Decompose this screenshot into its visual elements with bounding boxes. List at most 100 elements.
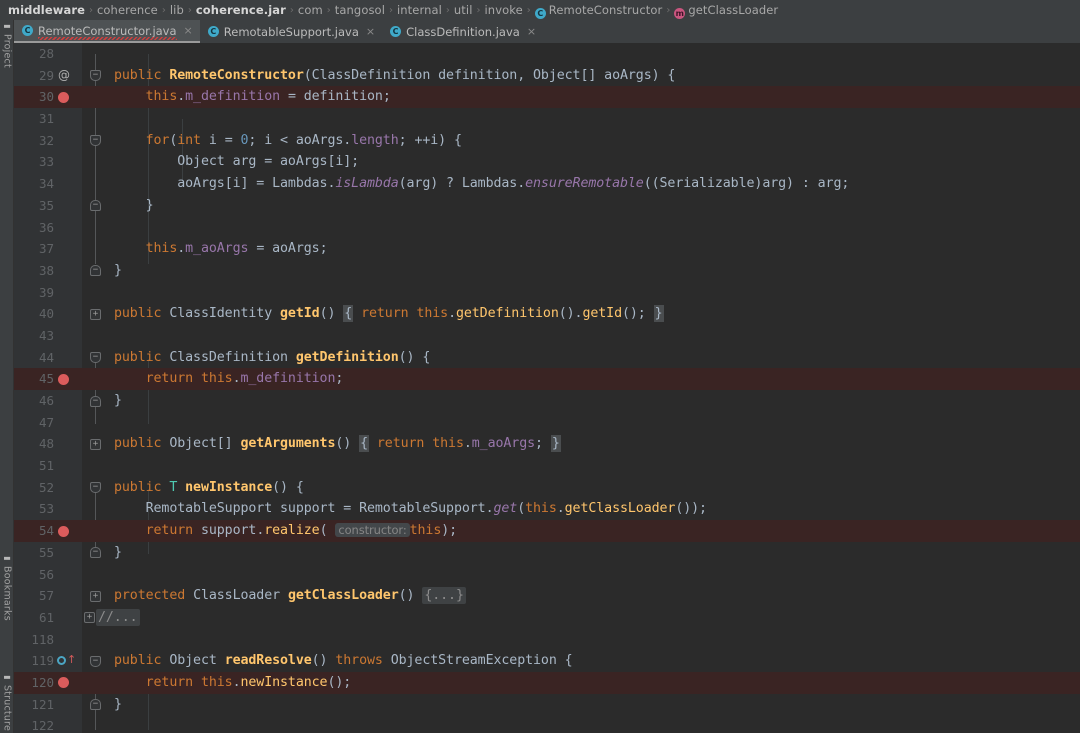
breakpoint-icon[interactable]	[58, 525, 69, 537]
java-class-icon: C	[207, 26, 219, 37]
fold-expand-icon[interactable]: +	[90, 438, 101, 450]
code-text: }	[114, 544, 122, 560]
tab-remoteconstructor-java[interactable]: C RemoteConstructor.java ×	[14, 20, 200, 43]
fold-expand-icon[interactable]: +	[90, 308, 101, 320]
line-number: 54	[38, 523, 54, 539]
annotation-gutter-icon[interactable]: @	[58, 65, 70, 87]
fold-collapse-end-icon[interactable]: −	[90, 265, 101, 277]
breakpoint-icon[interactable]	[58, 91, 69, 103]
line-number: 119	[31, 653, 54, 669]
code-line: 43	[14, 325, 1080, 347]
line-number: 30	[38, 89, 54, 105]
code-line: 44 − public ClassDefinition getDefinitio…	[14, 347, 1080, 369]
code-text: return support.realize( constructor: this…	[145, 523, 458, 539]
breakpoint-icon[interactable]	[58, 373, 69, 385]
breadcrumb-separator: ›	[326, 4, 331, 16]
fold-collapse-icon[interactable]: −	[90, 482, 101, 494]
line-number: 43	[38, 327, 54, 343]
parameter-hint-badge: constructor:	[335, 523, 410, 538]
breadcrumb-item-middleware[interactable]: middleware	[8, 3, 85, 17]
close-icon[interactable]: ×	[366, 26, 375, 37]
breadcrumb-item-coherence[interactable]: coherence	[97, 3, 158, 17]
line-number: 55	[38, 544, 54, 560]
code-editor[interactable]: 28 29 @ − public RemoteConstructor(Class…	[14, 43, 1080, 733]
toolwindow-label: Project	[1, 34, 13, 68]
toolwindow-button-structure[interactable]: ▮ Structure	[0, 673, 14, 731]
line-number: 52	[38, 479, 54, 495]
code-text: public Object readResolve() throws Objec…	[114, 653, 573, 669]
code-line: 51	[14, 455, 1080, 477]
line-number: 45	[38, 371, 54, 387]
tab-label: RemotableSupport.java	[223, 24, 359, 39]
folded-comment[interactable]: //...	[96, 608, 140, 626]
fold-collapse-icon[interactable]: −	[90, 655, 101, 667]
breadcrumb-separator: ›	[89, 4, 93, 16]
code-line: 56	[14, 564, 1080, 586]
breadcrumb-label: util	[453, 3, 473, 17]
breadcrumb-label: lib	[169, 3, 184, 17]
tab-label: RemoteConstructor.java	[38, 23, 177, 40]
tab-remotablesupport-java[interactable]: C RemotableSupport.java ×	[200, 20, 382, 43]
breadcrumb-separator: ›	[445, 4, 450, 16]
code-line: 47	[14, 412, 1080, 434]
code-line: 28	[14, 43, 1080, 65]
code-line: 33 Object arg = aoArgs[i];	[14, 151, 1080, 173]
fold-expand-icon[interactable]: +	[84, 612, 95, 624]
code-line: 55 − }	[14, 542, 1080, 564]
code-text: public ClassIdentity getId() { return th…	[114, 305, 664, 323]
code-line: 29 @ − public RemoteConstructor(ClassDef…	[14, 65, 1080, 87]
code-lines: 28 29 @ − public RemoteConstructor(Class…	[14, 43, 1080, 733]
fold-collapse-end-icon[interactable]: −	[90, 395, 101, 407]
code-text: }	[114, 696, 122, 712]
fold-collapse-icon[interactable]: −	[90, 70, 101, 82]
left-toolwindow-bar: ▮ Project ▮ Bookmarks ▮ Structure	[0, 20, 14, 733]
line-number: 61	[38, 609, 54, 625]
breadcrumb-item-remoteconstructor[interactable]: C RemoteConstructor	[534, 3, 663, 19]
breadcrumb-separator: ›	[526, 4, 531, 16]
fold-expand-icon[interactable]: +	[90, 590, 101, 602]
line-number: 36	[38, 219, 54, 235]
line-number: 32	[38, 132, 54, 148]
toolwindow-button-project[interactable]: ▮ Project	[0, 22, 14, 68]
breadcrumb-item-invoke[interactable]: invoke	[485, 3, 523, 17]
breadcrumb-item-lib[interactable]: lib	[170, 3, 184, 17]
fold-collapse-end-icon[interactable]: −	[90, 547, 101, 559]
code-line: 38 − }	[14, 260, 1080, 282]
breadcrumb-item-getclassloader[interactable]: m getClassLoader	[674, 3, 778, 19]
breadcrumb-separator: ›	[666, 4, 671, 16]
code-line: 48 + public Object[] getArguments() { re…	[14, 433, 1080, 455]
folded-body[interactable]: {...}	[422, 587, 466, 605]
breadcrumb: middleware › coherence › lib › coherence…	[0, 0, 1080, 20]
code-text: this.m_aoArgs = aoArgs;	[114, 241, 328, 257]
code-line: 118	[14, 629, 1080, 651]
breadcrumb-item-tangosol[interactable]: tangosol	[335, 3, 385, 17]
override-method-gutter-icon[interactable]: ↑	[57, 654, 76, 667]
code-line: 31	[14, 108, 1080, 130]
tab-classdefinition-java[interactable]: C ClassDefinition.java ×	[382, 20, 543, 43]
bookmark-icon: ▮	[2, 556, 12, 561]
breadcrumb-item-internal[interactable]: internal	[397, 3, 442, 17]
line-number: 39	[38, 284, 54, 300]
java-class-icon: C	[22, 25, 33, 36]
code-line: 122	[14, 715, 1080, 733]
breadcrumb-item-util[interactable]: util	[454, 3, 473, 17]
close-icon[interactable]: ×	[527, 26, 536, 37]
breadcrumb-separator: ›	[388, 4, 393, 16]
code-line: 53 RemotableSupport support = RemotableS…	[14, 498, 1080, 520]
breadcrumb-item-coherence-jar[interactable]: coherence.jar	[196, 3, 286, 17]
breadcrumb-item-com[interactable]: com	[298, 3, 323, 17]
close-icon[interactable]: ×	[184, 25, 193, 36]
line-number: 28	[38, 46, 54, 61]
line-number: 51	[38, 458, 54, 474]
fold-collapse-end-icon[interactable]: −	[90, 699, 101, 711]
fold-collapse-end-icon[interactable]: −	[90, 200, 101, 212]
line-number: 47	[38, 414, 54, 430]
code-text: public RemoteConstructor(ClassDefinition…	[114, 67, 676, 83]
code-text: return this.newInstance();	[145, 674, 352, 690]
toolwindow-button-bookmarks[interactable]: ▮ Bookmarks	[0, 554, 14, 621]
code-text: RemotableSupport support = RemotableSupp…	[145, 501, 707, 517]
breadcrumb-label: coherence	[97, 3, 158, 17]
fold-collapse-icon[interactable]: −	[90, 135, 101, 147]
line-number: 118	[31, 631, 54, 647]
fold-collapse-icon[interactable]: −	[90, 352, 101, 364]
